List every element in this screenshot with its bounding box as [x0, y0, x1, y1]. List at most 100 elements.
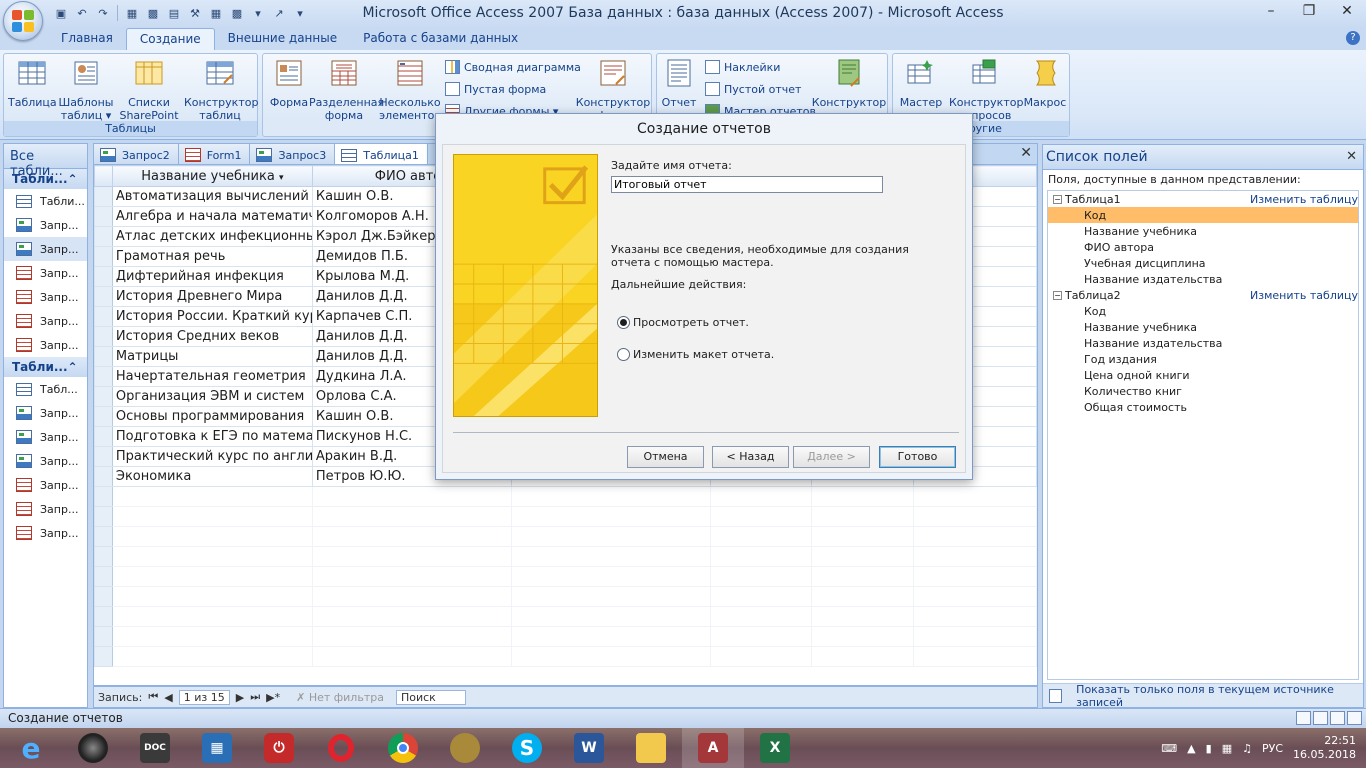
row-selector[interactable] — [94, 386, 113, 407]
table-cell[interactable] — [311, 486, 513, 507]
field-item[interactable]: Общая стоимость — [1048, 399, 1358, 415]
row-selector[interactable] — [94, 306, 113, 327]
split-form-button[interactable]: Разделенная форма — [309, 57, 384, 122]
table-cell[interactable] — [111, 546, 313, 567]
network-icon[interactable]: ▦ — [1222, 742, 1232, 755]
taskbar-chrome[interactable] — [372, 728, 434, 768]
column-header[interactable]: Название учебника ▾ — [111, 165, 313, 187]
nav-item[interactable]: Запр... — [4, 213, 87, 237]
help-icon[interactable]: ? — [1346, 31, 1360, 45]
taskbar-explorer[interactable] — [620, 728, 682, 768]
last-record-icon[interactable]: ⏭ — [250, 690, 260, 704]
tab-database-tools[interactable]: Работа с базами данных — [350, 28, 531, 50]
field-item[interactable]: Цена одной книги — [1048, 367, 1358, 383]
table-cell[interactable]: История Средних веков — [111, 326, 313, 347]
multiple-items-button[interactable]: Несколько элементов — [379, 57, 441, 122]
table-cell[interactable] — [311, 546, 513, 567]
table-cell[interactable] — [111, 606, 313, 627]
taskbar-skype[interactable]: S — [496, 728, 558, 768]
field-item[interactable]: Название учебника — [1048, 223, 1358, 239]
field-item[interactable]: Название учебника — [1048, 319, 1358, 335]
table-cell[interactable] — [811, 646, 914, 667]
table-cell[interactable] — [710, 646, 813, 667]
new-record-icon[interactable]: ▶* — [266, 691, 280, 704]
table-cell[interactable]: Алгебра и начала математичес — [111, 206, 313, 227]
minimize-button[interactable]: – — [1252, 0, 1290, 22]
row-selector[interactable] — [94, 426, 113, 447]
nav-item[interactable]: Запр... — [4, 333, 87, 357]
row-selector[interactable] — [94, 266, 113, 287]
taskbar-doc[interactable]: DOC — [124, 728, 186, 768]
table-cell[interactable] — [811, 566, 914, 587]
nav-item[interactable]: Запр... — [4, 497, 87, 521]
taskbar-calc[interactable]: ▦ — [186, 728, 248, 768]
table-cell[interactable] — [511, 606, 712, 627]
field-item[interactable]: ФИО автора — [1048, 239, 1358, 255]
search-box[interactable]: Поиск — [395, 689, 466, 705]
table-cell[interactable] — [912, 526, 1037, 547]
row-selector[interactable] — [94, 346, 113, 367]
view-icon[interactable]: ▤ — [165, 4, 183, 22]
table-cell[interactable]: Матрицы — [111, 346, 313, 367]
design-view-icon[interactable] — [1347, 711, 1362, 725]
row-selector[interactable] — [94, 186, 113, 207]
show-hidden-icon[interactable]: ▲ — [1187, 742, 1195, 755]
table-cell[interactable] — [511, 546, 712, 567]
table-cell[interactable] — [511, 646, 712, 667]
row-selector[interactable] — [94, 226, 113, 247]
table-cell[interactable] — [111, 626, 313, 647]
report-button[interactable]: Отчет — [659, 57, 699, 109]
nav-item[interactable]: Табли... — [4, 189, 87, 213]
next-button[interactable]: Далее > — [793, 446, 870, 468]
taskbar-access[interactable]: A — [682, 728, 744, 768]
preview-report-option[interactable]: Просмотреть отчет. — [617, 316, 749, 329]
next-record-icon[interactable]: ▶ — [236, 691, 244, 704]
table-icon[interactable]: ▦ — [207, 4, 225, 22]
nav-group-header[interactable]: Табли... ⌃ — [4, 357, 87, 377]
table-cell[interactable]: История Древнего Мира — [111, 286, 313, 307]
nav-item[interactable]: Запр... — [4, 309, 87, 333]
table-cell[interactable] — [811, 526, 914, 547]
table-row[interactable] — [94, 606, 1037, 627]
field-item[interactable]: Код — [1048, 303, 1358, 319]
nav-item[interactable]: Запр... — [4, 473, 87, 497]
blank-form-button[interactable]: Пустая форма — [445, 82, 546, 96]
previous-record-icon[interactable]: ◀ — [164, 691, 172, 704]
finish-button[interactable]: Готово — [879, 446, 956, 468]
pivot-view-icon[interactable] — [1313, 711, 1328, 725]
nav-item[interactable]: Запр... — [4, 261, 87, 285]
tab-external-data[interactable]: Внешние данные — [215, 28, 350, 50]
table-cell[interactable]: Организация ЭВМ и систем — [111, 386, 313, 407]
row-selector[interactable] — [94, 206, 113, 227]
grid-icon[interactable]: ▩ — [228, 4, 246, 22]
nav-item[interactable]: Запр... — [4, 521, 87, 545]
table-cell[interactable] — [710, 606, 813, 627]
table-cell[interactable]: Начертательная геометрия — [111, 366, 313, 387]
labels-button[interactable]: Наклейки — [705, 60, 780, 74]
clock[interactable]: 22:51 16.05.2018 — [1293, 734, 1356, 762]
taskbar-excel[interactable]: X — [744, 728, 806, 768]
battery-icon[interactable]: ▮ — [1206, 742, 1212, 755]
nav-item[interactable]: Табл... — [4, 377, 87, 401]
table-cell[interactable]: Основы программирования — [111, 406, 313, 427]
table-cell[interactable] — [710, 566, 813, 587]
table-cell[interactable] — [710, 526, 813, 547]
table-cell[interactable]: Автоматизация вычислений — [111, 186, 313, 207]
table-cell[interactable] — [912, 546, 1037, 567]
table-cell[interactable] — [311, 586, 513, 607]
table-cell[interactable] — [311, 646, 513, 667]
row-selector[interactable] — [94, 366, 113, 387]
table-cell[interactable] — [311, 566, 513, 587]
table-cell[interactable] — [311, 506, 513, 527]
nav-item[interactable]: Запр... — [4, 237, 87, 261]
show-only-fields-link[interactable]: Показать только поля в текущем источнике… — [1043, 683, 1363, 709]
table-cell[interactable] — [811, 486, 914, 507]
nav-item[interactable]: Запр... — [4, 401, 87, 425]
table-cell[interactable] — [912, 486, 1037, 507]
taskbar-media[interactable] — [434, 728, 496, 768]
table-cell[interactable]: Экономика — [111, 466, 313, 487]
row-selector[interactable] — [94, 406, 113, 427]
chart-view-icon[interactable] — [1330, 711, 1345, 725]
table-cell[interactable] — [710, 506, 813, 527]
edit-table-link[interactable]: Изменить таблицу — [1250, 289, 1358, 302]
